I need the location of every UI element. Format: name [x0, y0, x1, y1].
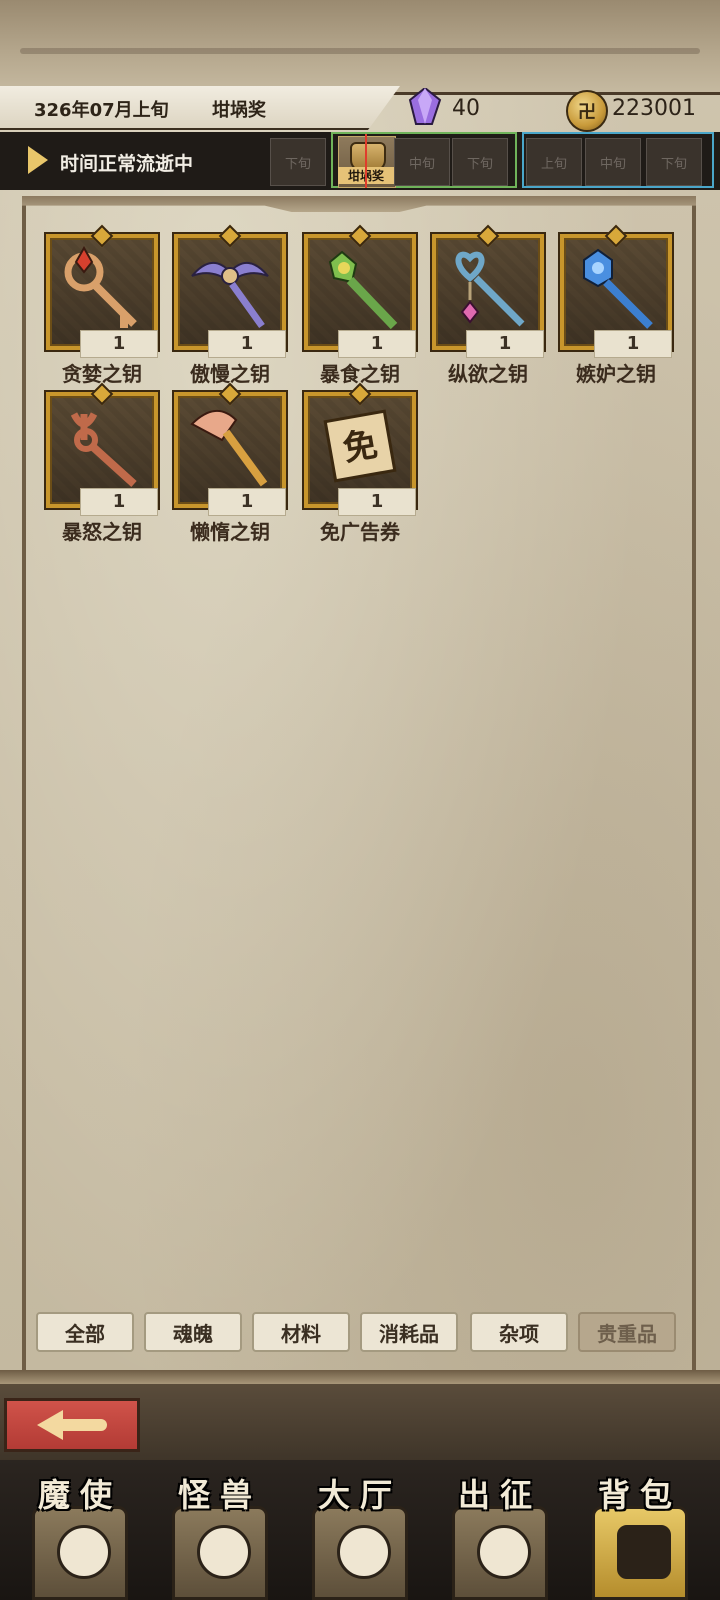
tab-valuables[interactable]: 贵重品	[578, 1312, 676, 1352]
panel-bottom-edge	[0, 1370, 720, 1384]
nav-demon-envoy[interactable]: 魔使	[10, 1466, 150, 1600]
time-marker	[365, 134, 367, 188]
nav-monsters[interactable]: 怪兽	[150, 1466, 290, 1600]
nav-label: 大厅	[317, 1476, 402, 1514]
date-label: 326年07月上旬	[34, 100, 169, 121]
play-icon[interactable]	[28, 146, 48, 174]
item-name: 嫉妒之钥	[576, 362, 656, 386]
tab-souls[interactable]: 魂魄	[144, 1312, 242, 1352]
coin-count: 223001	[612, 96, 696, 121]
reward-label: 坩埚奖	[212, 100, 266, 121]
item-count: 1	[208, 488, 286, 516]
sloth-key-icon	[190, 410, 268, 487]
tab-consumables[interactable]: 消耗品	[360, 1312, 458, 1352]
period-slot: 上旬	[526, 138, 582, 186]
gem-icon	[408, 88, 442, 125]
item-count: 1	[80, 330, 158, 358]
item-count: 1	[466, 330, 544, 358]
tab-materials[interactable]: 材料	[252, 1312, 350, 1352]
svg-text:免: 免	[340, 424, 380, 469]
inventory-item[interactable]: 1 纵欲之钥	[426, 234, 550, 394]
period-slot: 中旬	[585, 138, 641, 186]
top-frame	[0, 0, 720, 95]
period-slot: 下旬	[646, 138, 702, 186]
item-name: 懒惰之钥	[190, 520, 270, 544]
inventory-item[interactable]: 1 暴食之钥	[298, 234, 422, 394]
back-button[interactable]	[4, 1398, 140, 1452]
item-count: 1	[338, 330, 416, 358]
monster-icon	[172, 1506, 268, 1600]
nav-label: 背包	[597, 1476, 682, 1514]
demon-envoy-icon	[32, 1506, 128, 1600]
nav-label: 魔使	[37, 1476, 122, 1514]
inventory-item[interactable]: 免 1 免广告券	[298, 392, 422, 552]
item-count: 1	[338, 488, 416, 516]
pride-key-icon	[191, 262, 269, 329]
period-slot: 下旬	[452, 138, 508, 186]
hall-icon	[312, 1506, 408, 1600]
gluttony-key-icon	[328, 250, 398, 330]
inventory-item[interactable]: 1 懒惰之钥	[168, 392, 292, 552]
wrath-key-icon	[70, 412, 137, 487]
period-slot: 中旬	[394, 138, 450, 186]
tab-all[interactable]: 全部	[36, 1312, 134, 1352]
item-name: 纵欲之钥	[448, 362, 528, 386]
inventory-item[interactable]: 1 傲慢之钥	[168, 234, 292, 394]
nav-hall[interactable]: 大厅	[290, 1466, 430, 1600]
nav-label: 出征	[457, 1476, 542, 1514]
envy-key-icon	[583, 248, 653, 329]
item-count: 1	[594, 330, 672, 358]
backpack-icon	[592, 1506, 688, 1600]
item-count: 1	[80, 488, 158, 516]
nav-backpack[interactable]: 背包	[570, 1466, 710, 1600]
nav-expedition[interactable]: 出征	[430, 1466, 570, 1600]
expedition-icon	[452, 1506, 548, 1600]
back-arrow-icon	[37, 1410, 107, 1440]
greed-key-icon	[64, 245, 137, 328]
item-count: 1	[208, 330, 286, 358]
nav-label: 怪兽	[177, 1476, 262, 1514]
item-name: 暴怒之钥	[62, 520, 142, 544]
coin-icon: 卍	[566, 90, 608, 132]
period-slot: 下旬	[270, 138, 326, 186]
time-status: 时间正常流逝中	[60, 153, 194, 175]
item-name: 免广告券	[320, 520, 400, 544]
inventory-item[interactable]: 1 暴怒之钥	[40, 392, 164, 552]
gem-count: 40	[452, 96, 480, 121]
ad-free-ticket-icon: 免	[323, 409, 397, 483]
inventory-item[interactable]: 1 嫉妒之钥	[554, 234, 678, 394]
tab-misc[interactable]: 杂项	[470, 1312, 568, 1352]
inventory-item[interactable]: 1 贪婪之钥	[40, 234, 164, 394]
lust-key-icon	[455, 251, 525, 327]
